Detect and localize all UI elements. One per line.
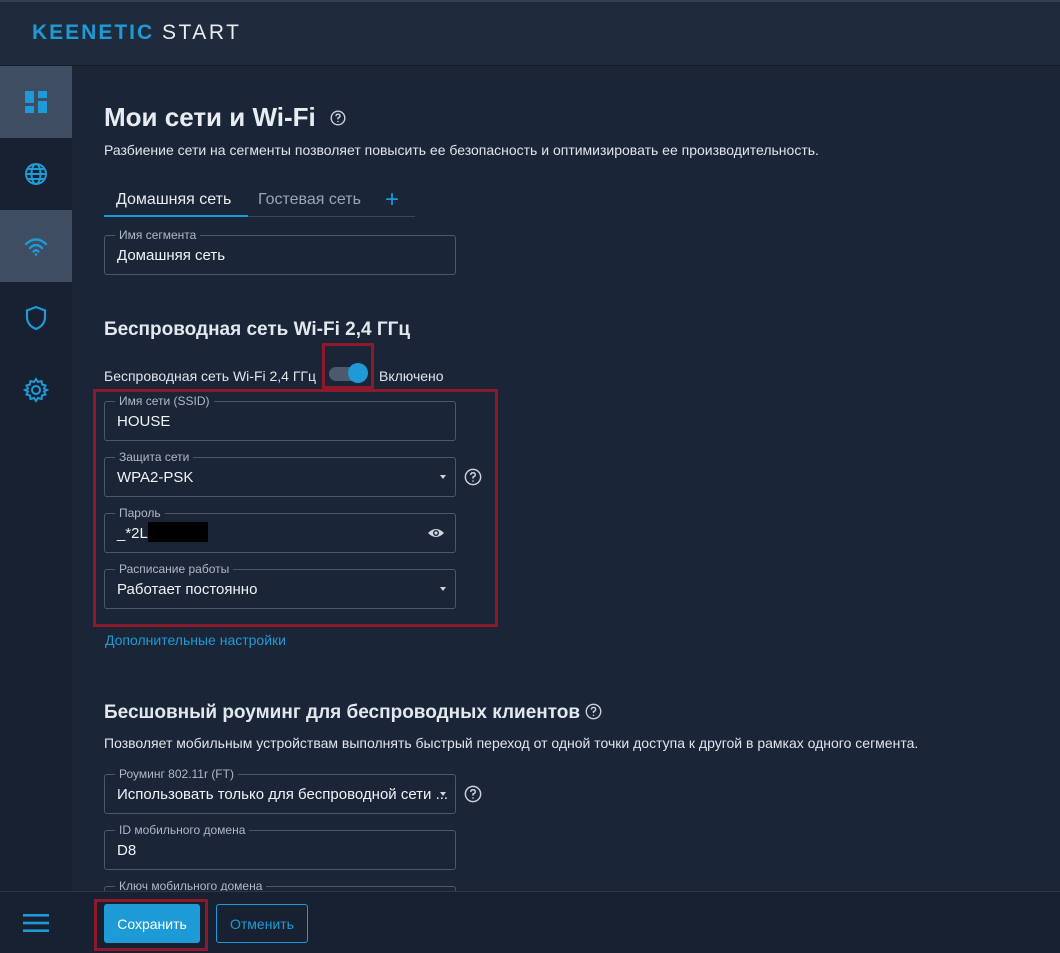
- help-icon[interactable]: [464, 785, 482, 803]
- wifi-icon: [24, 238, 48, 256]
- domain-key-label: Ключ мобильного домена: [115, 879, 267, 891]
- add-segment-plus-icon[interactable]: +: [385, 186, 399, 214]
- brand-logo[interactable]: KEENETIC START: [32, 21, 241, 45]
- sidebar-item-security[interactable]: [0, 282, 72, 354]
- highlight-wifi-fields: [93, 389, 498, 627]
- network-tabs: Домашняя сеть Гостевая сеть +: [104, 186, 415, 217]
- page-title: Мои сети и Wi-Fi: [104, 102, 316, 132]
- segment-name-value: Домашняя сеть: [117, 247, 226, 264]
- roaming-mode-label: Роуминг 802.11r (FT): [115, 767, 238, 781]
- page-description: Разбиение сети на сегменты позволяет пов…: [104, 142, 819, 158]
- roaming-heading: Бесшовный роуминг для беспроводных клиен…: [104, 702, 581, 723]
- brand-logo-part1: KEENETIC: [32, 21, 155, 44]
- domain-id-value: D8: [117, 842, 137, 859]
- help-icon[interactable]: [330, 110, 346, 126]
- globe-icon: [25, 163, 47, 185]
- roaming-description: Позволяет мобильным устройствам выполнят…: [104, 735, 919, 751]
- main-content: Мои сети и Wi-Fi Разбиение сети на сегме…: [72, 66, 1060, 891]
- top-bar: KEENETIC START: [0, 0, 1060, 66]
- shield-icon: [25, 305, 47, 331]
- roaming-mode-select[interactable]: Роуминг 802.11r (FT) Использовать только…: [104, 767, 456, 814]
- sidebar-item-dashboard[interactable]: [0, 66, 72, 138]
- chevron-down-icon: [440, 792, 446, 796]
- segment-name-field[interactable]: Имя сегмента Домашняя сеть: [104, 228, 456, 275]
- wifi24-toggle-state: Включено: [379, 368, 444, 384]
- wifi24-heading: Беспроводная сеть Wi-Fi 2,4 ГГц: [104, 319, 411, 340]
- sidebar-item-internet[interactable]: [0, 138, 72, 210]
- footer-bar: Сохранить Отменить: [72, 891, 1060, 953]
- sidebar: [0, 66, 72, 953]
- gear-icon: [23, 377, 49, 403]
- domain-id-label: ID мобильного домена: [115, 823, 250, 837]
- sidebar-menu-toggle[interactable]: [0, 891, 72, 953]
- cancel-button[interactable]: Отменить: [216, 904, 308, 943]
- wifi24-toggle-label: Беспроводная сеть Wi-Fi 2,4 ГГц: [104, 368, 317, 384]
- sidebar-item-settings[interactable]: [0, 354, 72, 426]
- segment-name-label: Имя сегмента: [115, 228, 201, 242]
- domain-id-field[interactable]: ID мобильного домена D8: [104, 823, 456, 870]
- password-redaction: [148, 522, 208, 542]
- dashboard-icon: [25, 91, 47, 113]
- tab-guest-network[interactable]: Гостевая сеть: [258, 191, 361, 209]
- advanced-settings-link[interactable]: Дополнительные настройки: [105, 632, 286, 648]
- help-icon[interactable]: [585, 703, 602, 720]
- brand-logo-part2: START: [162, 21, 242, 44]
- tab-home-network[interactable]: Домашняя сеть: [116, 191, 231, 209]
- sidebar-item-wifi[interactable]: [0, 210, 72, 282]
- active-tab-indicator: [104, 215, 248, 217]
- highlight-toggle: [322, 343, 374, 389]
- hamburger-icon: [23, 913, 49, 932]
- roaming-mode-value: Использовать только для беспроводной сет…: [117, 786, 449, 803]
- highlight-save: [94, 899, 208, 951]
